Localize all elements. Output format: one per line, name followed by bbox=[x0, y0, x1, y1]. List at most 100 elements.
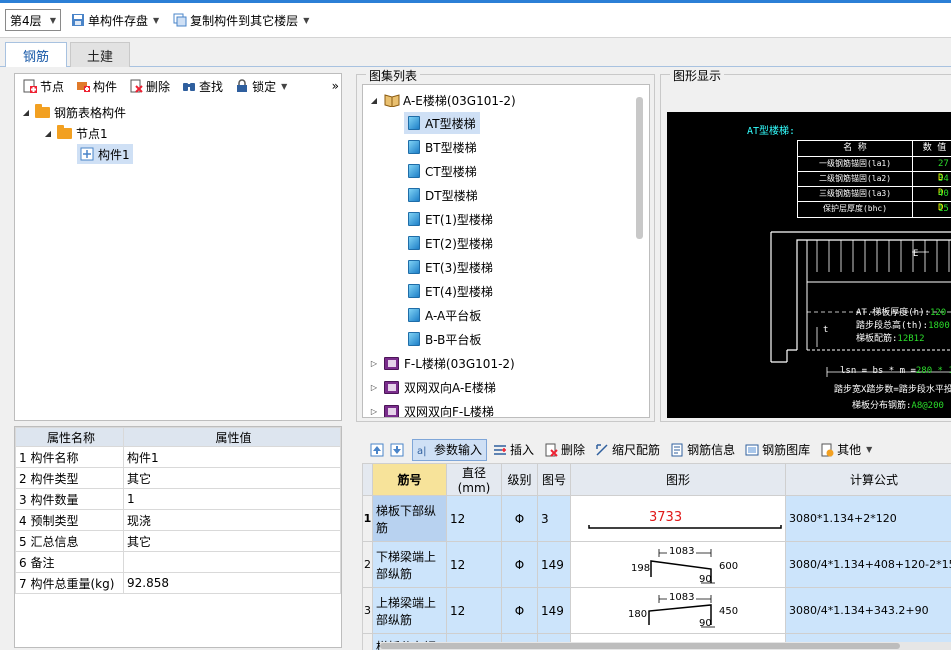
table-row[interactable]: 2 下梯梁端上部纵筋 12 Φ 149 1083 198 600 90 3080… bbox=[362, 541, 951, 588]
property-name-label: 构件名称 bbox=[30, 450, 79, 465]
atlas-group-fl[interactable]: ▷ F-L楼梯(03G101-2) bbox=[369, 352, 515, 374]
tree-item-node1[interactable]: ◢ 节点1 bbox=[43, 123, 108, 143]
rebar-library-button[interactable]: 钢筋图库 bbox=[741, 439, 814, 461]
header-bar-name[interactable]: 筋号 bbox=[372, 463, 447, 496]
shape-cell[interactable]: 1083 198 600 90 bbox=[570, 541, 786, 588]
property-value[interactable] bbox=[123, 551, 341, 573]
property-value[interactable]: 其它 bbox=[123, 530, 341, 552]
atlas-scrollbar-thumb[interactable] bbox=[636, 97, 643, 239]
grade-cell[interactable]: Φ bbox=[501, 495, 538, 542]
atlas-item-bt[interactable]: BT型楼梯 bbox=[408, 136, 477, 158]
toolbar-overflow-button[interactable]: » bbox=[328, 75, 341, 97]
table-row[interactable]: 1 梯板下部纵筋 12 Φ 3 3733 3080*1.134+2*120 bbox=[362, 495, 951, 542]
expand-triangle-icon[interactable]: ◢ bbox=[21, 108, 31, 117]
diameter-cell[interactable]: 12 bbox=[446, 541, 502, 588]
header-shape[interactable]: 图形 bbox=[570, 463, 786, 496]
bar-name-cell[interactable]: 下梯梁端上部纵筋 bbox=[372, 541, 447, 588]
insert-button[interactable]: 插入 bbox=[489, 439, 538, 461]
scale-rebar-button[interactable]: 缩尺配筋 bbox=[591, 439, 664, 461]
move-down-icon[interactable] bbox=[390, 443, 404, 457]
add-component-button[interactable]: 构件 bbox=[72, 75, 121, 97]
delete-button[interactable]: 删除 bbox=[125, 75, 174, 97]
table-row[interactable]: 4 预制类型 现浇 bbox=[15, 509, 341, 531]
svg-text:a|: a| bbox=[417, 446, 427, 457]
atlas-item-at[interactable]: AT型楼梯 bbox=[404, 112, 480, 134]
header-figure-no[interactable]: 图号 bbox=[537, 463, 571, 496]
header-grade[interactable]: 级别 bbox=[501, 463, 538, 496]
atlas-item-aa[interactable]: A-A平台板 bbox=[408, 304, 481, 326]
tab-rebar[interactable]: 钢筋 bbox=[5, 42, 67, 67]
find-button[interactable]: 查找 bbox=[178, 75, 227, 97]
figure-no-cell[interactable]: 149 bbox=[537, 541, 571, 588]
chevron-down-icon: ▼ bbox=[866, 445, 873, 454]
diameter-cell[interactable]: 12 bbox=[446, 587, 502, 634]
component-icon bbox=[80, 147, 94, 161]
shape-cell[interactable]: 1083 180 450 90 bbox=[570, 587, 786, 634]
table-row[interactable]: 6 备注 bbox=[15, 551, 341, 573]
collapsed-triangle-icon[interactable]: ▷ bbox=[369, 359, 379, 368]
grid-delete-button[interactable]: 删除 bbox=[540, 439, 589, 461]
param-input-button[interactable]: a| 参数输入 bbox=[412, 438, 488, 461]
grade-cell[interactable]: Φ bbox=[501, 541, 538, 588]
tree-item-root[interactable]: ◢ 钢筋表格构件 bbox=[21, 102, 126, 122]
collapsed-triangle-icon[interactable]: ▷ bbox=[369, 407, 379, 416]
formula-cell[interactable]: 3080/4*1.134+408+120-2*15 bbox=[785, 541, 951, 588]
tab-civil[interactable]: 土建 bbox=[70, 42, 130, 67]
header-formula[interactable]: 计算公式 bbox=[785, 463, 951, 496]
bar-name-cell[interactable]: 上梯梁端上部纵筋 bbox=[372, 587, 447, 634]
atlas-group-dn-fl[interactable]: ▷ 双网双向F-L楼梯 bbox=[369, 400, 494, 417]
grade-cell[interactable]: Φ bbox=[501, 587, 538, 634]
formula-cell[interactable]: 3080*1.134+2*120 bbox=[785, 495, 951, 542]
collapsed-triangle-icon[interactable]: ▷ bbox=[369, 383, 379, 392]
add-node-button[interactable]: 节点 bbox=[19, 75, 68, 97]
drawing-icon bbox=[408, 164, 420, 178]
shape-cell[interactable]: 3733 bbox=[570, 495, 786, 542]
other-button[interactable]: 其他 ▼ bbox=[816, 439, 876, 461]
atlas-item-et2[interactable]: ET(2)型楼梯 bbox=[408, 232, 493, 254]
property-value[interactable]: 1 bbox=[123, 488, 341, 510]
property-value[interactable]: 92.858 bbox=[123, 572, 341, 594]
tree-item-root-label: 钢筋表格构件 bbox=[54, 105, 127, 120]
atlas-group-ae[interactable]: ◢ A-E楼梯(03G101-2) bbox=[369, 89, 516, 111]
properties-header: 属性名称 属性值 bbox=[15, 427, 341, 447]
chevron-down-icon: ▼ bbox=[303, 15, 310, 25]
table-row[interactable]: 3 上梯梁端上部纵筋 12 Φ 149 1083 180 450 90 3080… bbox=[362, 587, 951, 634]
figure-no-cell[interactable]: 149 bbox=[537, 587, 571, 634]
grid-scrollbar-thumb[interactable] bbox=[380, 643, 900, 649]
table-row[interactable]: 1 构件名称 构件1 bbox=[15, 446, 341, 468]
floor-select[interactable]: 第4层 ▼ bbox=[5, 9, 61, 31]
atlas-item-et3[interactable]: ET(3)型楼梯 bbox=[408, 256, 493, 278]
table-row[interactable]: 7 构件总重量(kg) 92.858 bbox=[15, 572, 341, 594]
atlas-item-dt[interactable]: DT型楼梯 bbox=[408, 184, 478, 206]
lock-button[interactable]: 锁定 ▼ bbox=[231, 75, 291, 97]
expand-triangle-icon[interactable]: ◢ bbox=[369, 96, 379, 105]
rebar-grid: 筋号 直径(mm) 级别 图号 图形 计算公式 1 梯板下部纵筋 12 Φ 3 … bbox=[362, 463, 951, 650]
book-icon bbox=[384, 356, 399, 370]
property-value[interactable]: 构件1 bbox=[123, 446, 341, 468]
lock-icon bbox=[235, 79, 249, 93]
property-value[interactable]: 其它 bbox=[123, 467, 341, 489]
header-row-number bbox=[362, 463, 373, 496]
atlas-group-dn-ae[interactable]: ▷ 双网双向A-E楼梯 bbox=[369, 376, 496, 398]
move-up-icon[interactable] bbox=[370, 443, 384, 457]
header-diameter[interactable]: 直径(mm) bbox=[446, 463, 502, 496]
atlas-item-et4[interactable]: ET(4)型楼梯 bbox=[408, 280, 493, 302]
formula-cell[interactable]: 3080/4*1.134+343.2+90 bbox=[785, 587, 951, 634]
property-value[interactable]: 现浇 bbox=[123, 509, 341, 531]
table-row[interactable]: 5 汇总信息 其它 bbox=[15, 530, 341, 552]
tree-item-comp1[interactable]: 构件1 bbox=[77, 144, 133, 164]
lock-label: 锁定 bbox=[252, 79, 277, 94]
copy-to-floor-button[interactable]: 复制构件到其它楼层 ▼ bbox=[169, 9, 313, 31]
table-row[interactable]: 3 构件数量 1 bbox=[15, 488, 341, 510]
rebar-info-button[interactable]: 钢筋信息 bbox=[666, 439, 739, 461]
atlas-item-bb[interactable]: B-B平台板 bbox=[408, 328, 481, 350]
diameter-cell[interactable]: 12 bbox=[446, 495, 502, 542]
expand-triangle-icon[interactable]: ◢ bbox=[43, 129, 53, 138]
save-single-button[interactable]: 单构件存盘 ▼ bbox=[67, 9, 163, 31]
figure-no-cell[interactable]: 3 bbox=[537, 495, 571, 542]
grid-horizontal-scrollbar[interactable] bbox=[380, 642, 951, 650]
bar-name-cell[interactable]: 梯板下部纵筋 bbox=[372, 495, 447, 542]
table-row[interactable]: 2 构件类型 其它 bbox=[15, 467, 341, 489]
atlas-item-et1[interactable]: ET(1)型楼梯 bbox=[408, 208, 493, 230]
atlas-item-ct[interactable]: CT型楼梯 bbox=[408, 160, 477, 182]
